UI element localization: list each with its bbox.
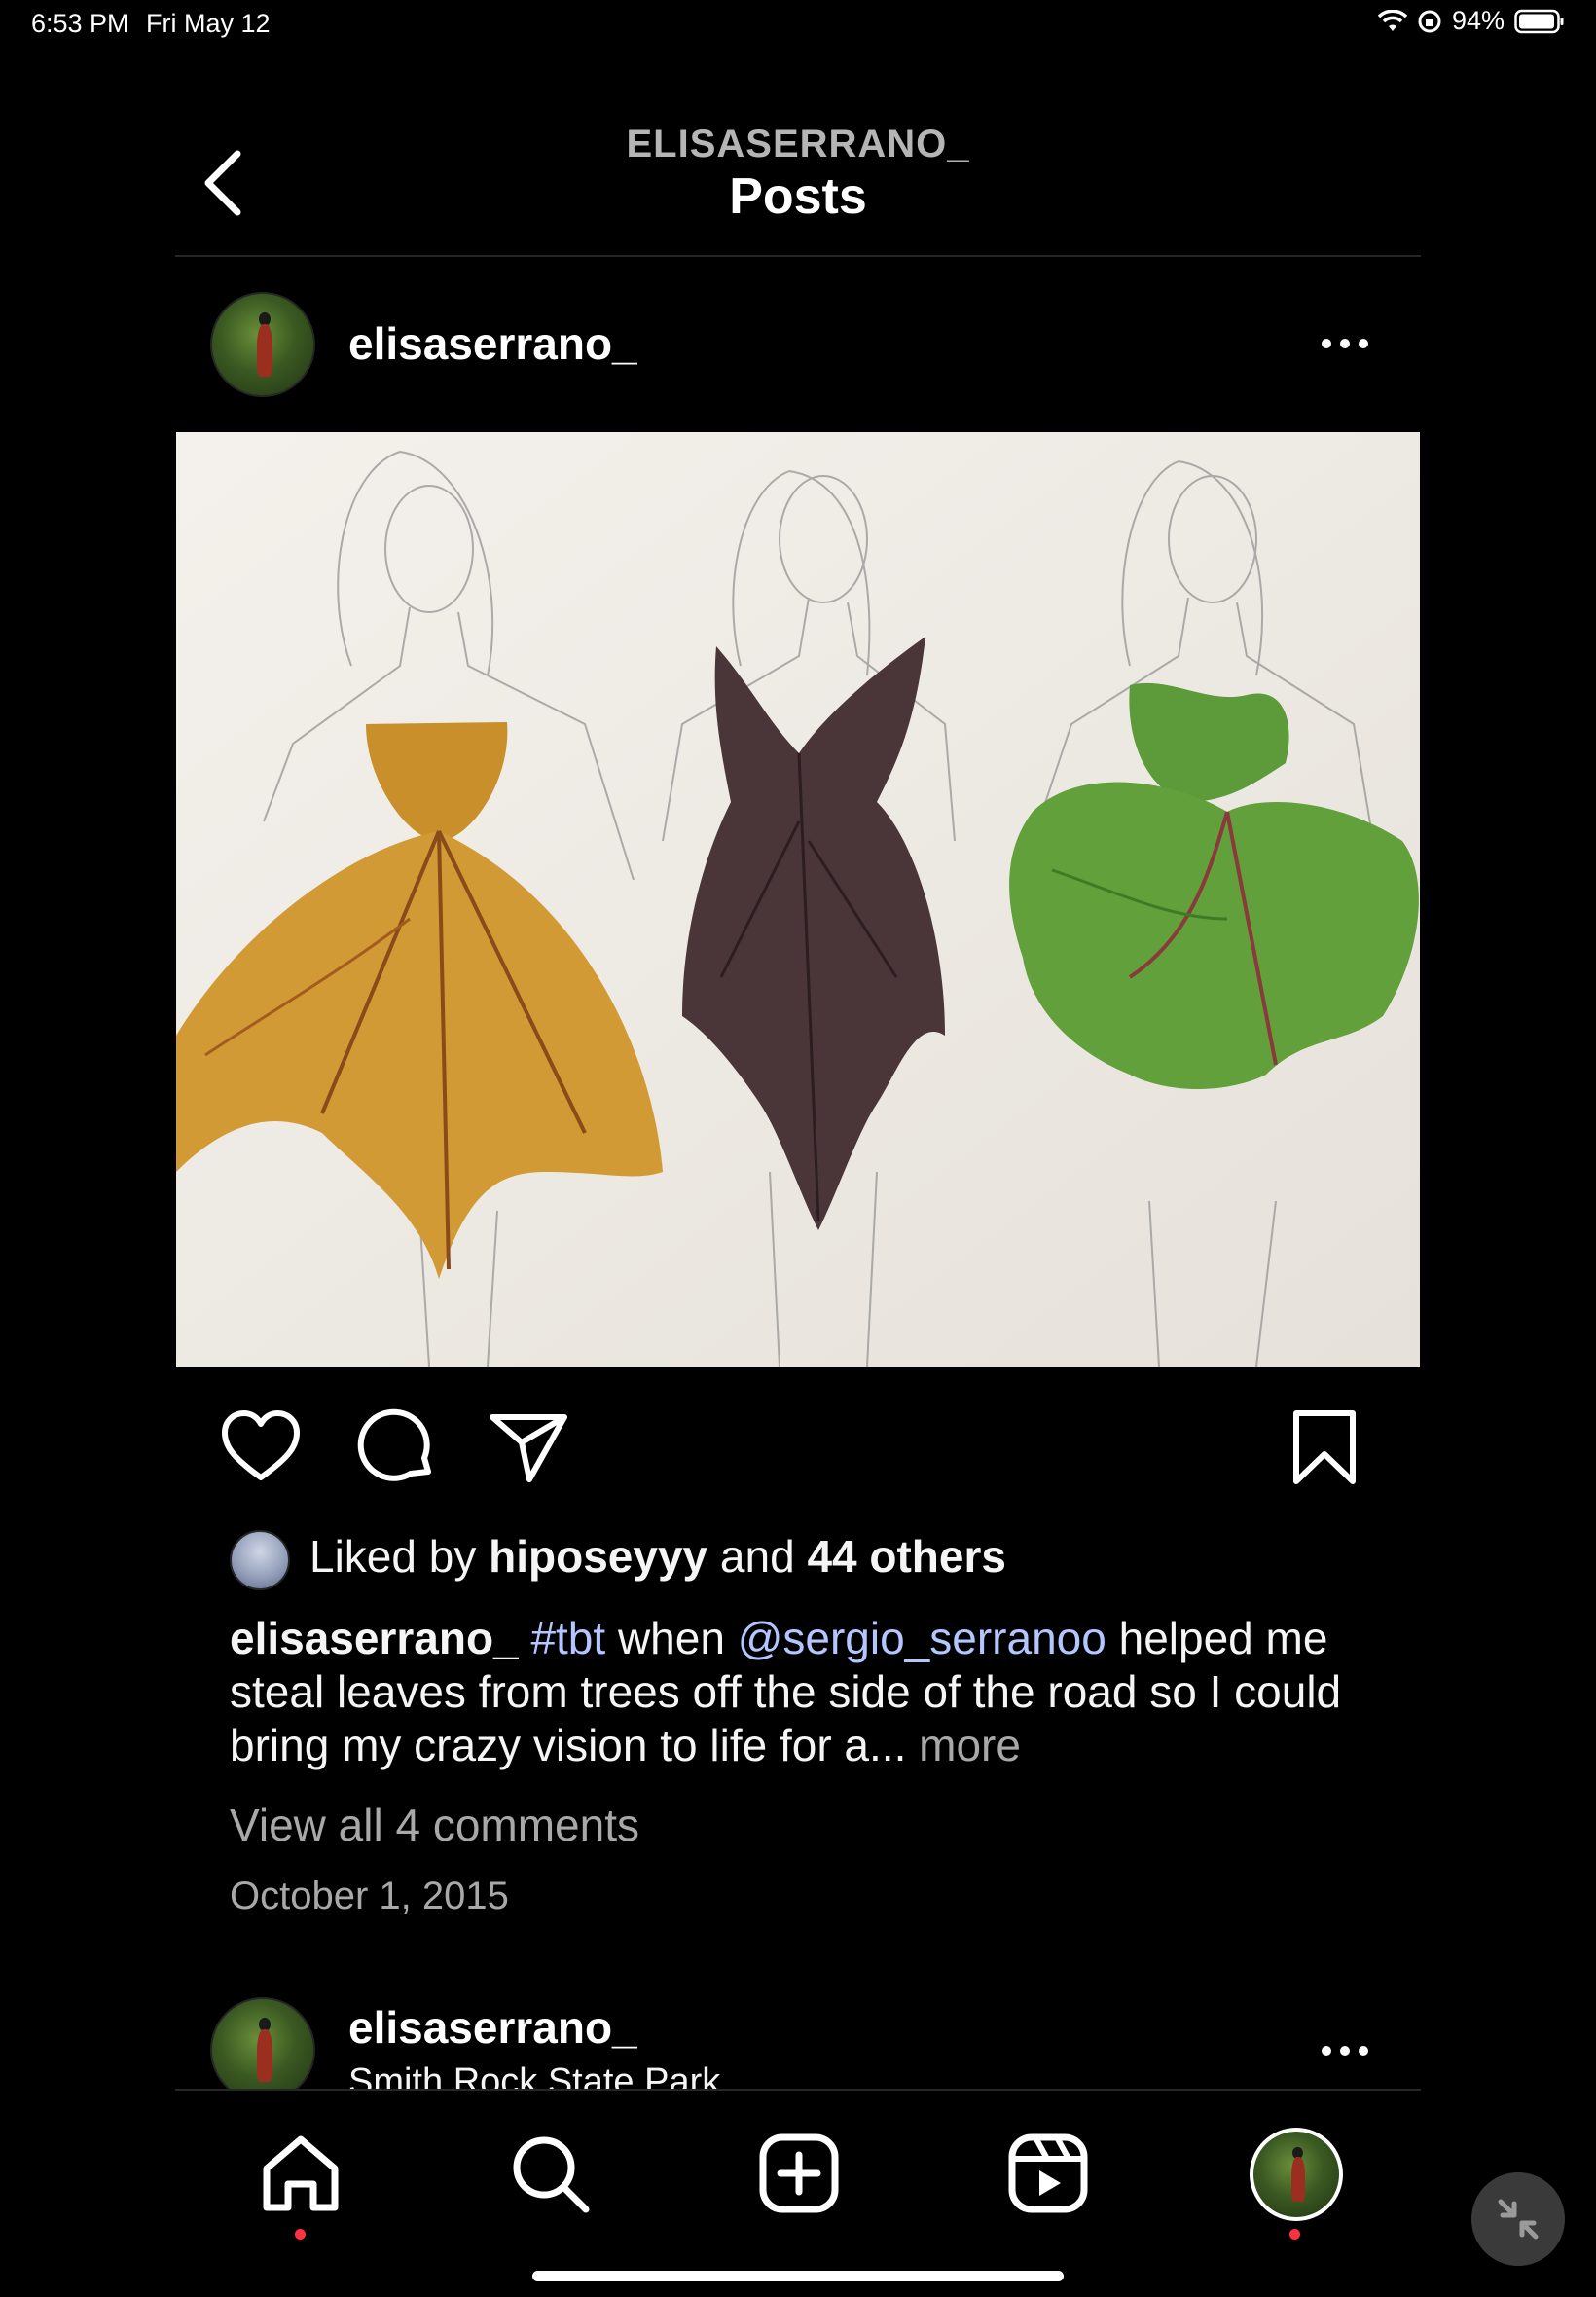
view-comments-link[interactable]: View all 4 comments [230,1799,639,1851]
heart-icon[interactable] [217,1404,305,1491]
search-icon[interactable] [508,2132,592,2215]
next-post-avatar[interactable] [210,1997,315,2089]
post-date: October 1, 2015 [230,1875,509,1917]
profile-notification-dot [1289,2229,1300,2240]
status-time: 6:53 PM [31,9,129,38]
status-right: 94% [1377,6,1565,36]
liked-by-and: and [707,1531,808,1582]
liker-avatar[interactable] [230,1530,290,1590]
next-post-header: elisaserrano_ Smith Rock State Park [0,1966,1596,2089]
page-title: Posts [729,168,867,225]
caption-text-1: when [605,1613,738,1663]
header-username: ELISASERRANO_ [626,123,970,165]
post-username[interactable]: elisaserrano_ [348,317,637,370]
home-icon[interactable] [259,2132,343,2215]
bookmark-icon[interactable] [1281,1404,1368,1491]
caption-hashtag[interactable]: #tbt [530,1613,605,1663]
reels-icon[interactable] [1006,2132,1090,2215]
post-image[interactable] [176,432,1420,1367]
battery-icon [1514,9,1564,33]
next-post-location[interactable]: Smith Rock State Park [348,2061,720,2089]
header-divider [175,255,1421,257]
liked-by-prefix: Liked by [309,1531,490,1582]
caption-username[interactable]: elisaserrano_ [230,1613,519,1663]
more-icon[interactable] [1322,339,1368,348]
next-post-username[interactable]: elisaserrano_ [348,2001,637,2054]
orientation-lock-icon [1418,10,1441,32]
liked-by-others[interactable]: 44 others [807,1531,1006,1582]
battery-percent: 94% [1451,6,1505,35]
post-avatar[interactable] [210,292,315,397]
post-caption: elisaserrano_ #tbt when @sergio_serranoo… [230,1612,1368,1772]
caption-more-link[interactable]: more [919,1720,1021,1770]
status-bar: 6:53 PM Fri May 12 94% [0,0,1596,47]
create-icon[interactable] [757,2132,841,2215]
wifi-icon [1377,9,1407,31]
shrink-icon[interactable] [1471,2172,1565,2266]
more-icon[interactable] [1322,2046,1368,2056]
comment-icon[interactable] [352,1404,440,1491]
status-date: Fri May 12 [146,9,271,38]
profile-icon[interactable] [1250,2128,1343,2221]
share-icon[interactable] [485,1404,572,1491]
caption-mention[interactable]: @sergio_serranoo [738,1613,1106,1663]
home-notification-dot [295,2229,306,2240]
liked-by-user[interactable]: hiposeyyy [489,1531,707,1582]
home-indicator[interactable] [532,2271,1064,2281]
liked-by[interactable]: Liked by hiposeyyy and 44 others [309,1530,1006,1583]
